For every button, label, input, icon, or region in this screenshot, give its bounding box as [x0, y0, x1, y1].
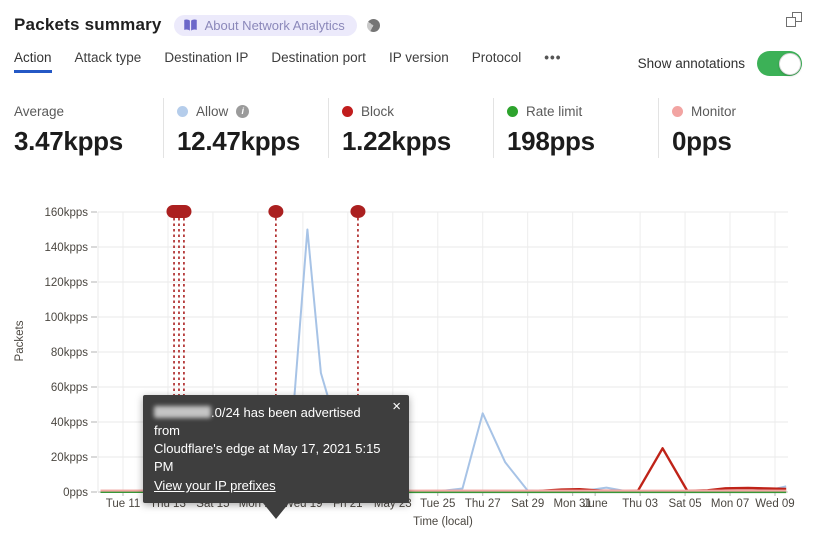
book-icon [183, 18, 197, 31]
monitor-color-dot [672, 105, 683, 117]
stat-average: Average 3.47kpps [14, 98, 163, 158]
show-annotations-toggle[interactable] [757, 51, 802, 76]
x-tick-label: Thu 03 [622, 498, 658, 510]
x-tick-label: Sat 29 [511, 498, 544, 510]
tabs-more-button[interactable]: ••• [544, 50, 561, 73]
tooltip-line-1: .0/24 has been advertised from [154, 405, 361, 438]
tooltip-caret [263, 503, 289, 519]
rate-limit-color-dot [507, 105, 518, 117]
block-color-dot [342, 105, 353, 117]
y-tick-label: 100kpps [45, 312, 89, 324]
stat-monitor: Monitor 0pps [658, 98, 816, 158]
stats-row: Average 3.47kpps Allow i 12.47kpps Block… [14, 98, 816, 158]
badge-label: About Network Analytics [204, 17, 345, 33]
tooltip-close-icon[interactable]: × [392, 398, 401, 416]
tab-attack-type[interactable]: Attack type [75, 50, 142, 73]
annotation-marker-dot[interactable] [268, 205, 284, 218]
allow-color-dot [177, 105, 188, 117]
tab-action[interactable]: Action [14, 50, 52, 73]
stat-label: Rate limit [526, 103, 583, 119]
x-tick-label: Sat 05 [668, 498, 701, 510]
tab-destination-ip[interactable]: Destination IP [164, 50, 248, 73]
x-tick-label: Tue 11 [106, 498, 141, 510]
y-tick-label: 0pps [63, 487, 88, 499]
annotation-tooltip: × .0/24 has been advertised from Cloudfl… [143, 395, 409, 519]
x-tick-label: Tue 25 [420, 498, 455, 510]
redacted-prefix [154, 406, 211, 418]
annotation-marker-pill[interactable] [166, 205, 192, 218]
x-tick-label: Thu 27 [465, 498, 501, 510]
tab-ip-version[interactable]: IP version [389, 50, 449, 73]
stat-allow: Allow i 12.47kpps [163, 98, 328, 158]
y-tick-label: 160kpps [45, 207, 89, 219]
x-axis-title: Time (local) [413, 516, 473, 528]
show-annotations-label: Show annotations [637, 56, 745, 71]
about-network-analytics-badge[interactable]: About Network Analytics [173, 14, 357, 36]
y-tick-label: 140kpps [45, 242, 89, 254]
stat-value: 0pps [672, 126, 732, 156]
usage-pie-icon [366, 18, 380, 32]
stat-value: 198pps [507, 126, 595, 156]
y-axis-title: Packets [14, 320, 26, 362]
header: Packets summary About Network Analytics [14, 10, 802, 40]
y-tick-label: 120kpps [45, 277, 89, 289]
page-title: Packets summary [14, 15, 162, 34]
info-icon[interactable]: i [236, 104, 250, 118]
tab-protocol[interactable]: Protocol [472, 50, 522, 73]
tab-bar: Action Attack type Destination IP Destin… [14, 50, 802, 82]
view-ip-prefixes-link[interactable]: View your IP prefixes [154, 477, 276, 495]
stat-label: Block [361, 103, 395, 119]
x-tick-label: June [583, 498, 608, 510]
toggle-knob [778, 52, 801, 75]
y-tick-label: 40kpps [51, 417, 88, 429]
y-tick-label: 80kpps [51, 347, 88, 359]
stat-value: 1.22kpps [342, 126, 451, 156]
stat-label: Allow [196, 103, 229, 119]
y-tick-label: 20kpps [51, 452, 88, 464]
open-window-icon[interactable] [786, 12, 802, 27]
x-tick-label: Wed 09 [755, 498, 794, 510]
stat-label: Average [14, 103, 65, 119]
annotation-marker-dot[interactable] [350, 205, 366, 218]
stat-value: 3.47kpps [14, 126, 123, 156]
x-tick-label: Mon 07 [711, 498, 749, 510]
stat-label: Monitor [691, 103, 737, 119]
packets-chart: 0pps 20kpps 40kpps 60kpps 80kpps 100kpps 120kp… [0, 190, 816, 545]
tooltip-line-2: Cloudflare's edge at May 17, 2021 5:15 P… [154, 441, 381, 474]
tab-destination-port[interactable]: Destination port [271, 50, 366, 73]
stat-rate-limit: Rate limit 198pps [493, 98, 658, 158]
stat-block: Block 1.22kpps [328, 98, 493, 158]
stat-value: 12.47kpps [177, 126, 301, 156]
y-tick-label: 60kpps [51, 382, 88, 394]
